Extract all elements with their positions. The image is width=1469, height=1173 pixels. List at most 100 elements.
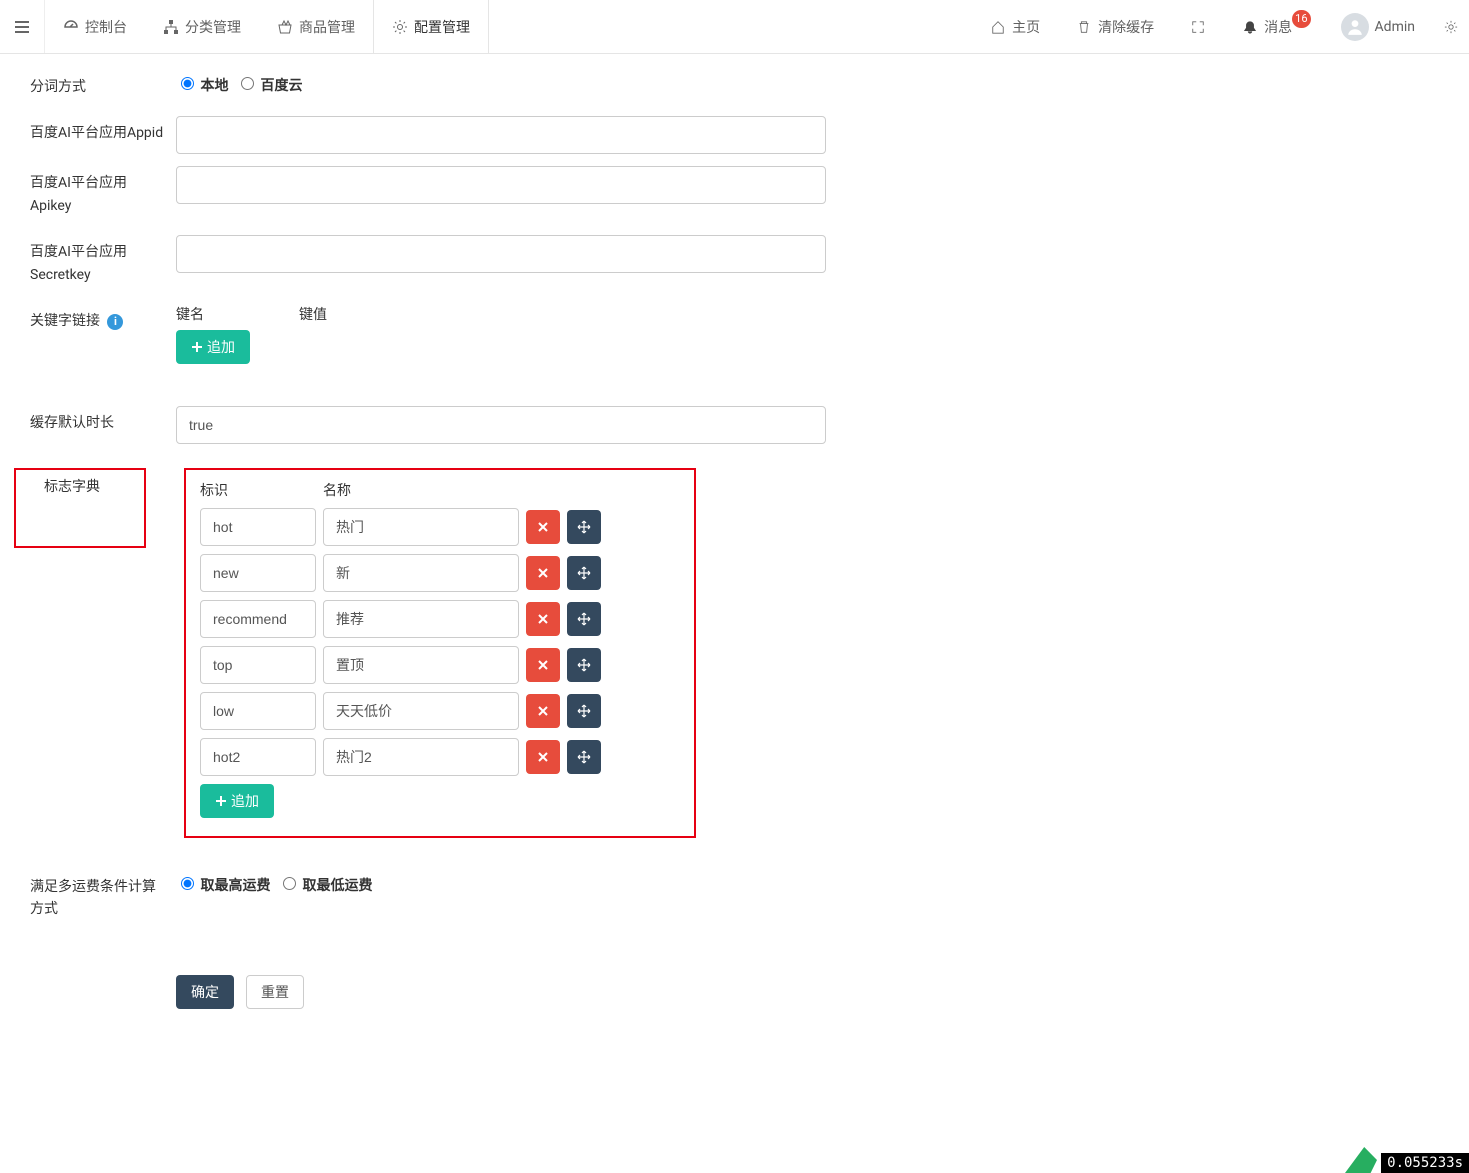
flag-id-input[interactable] [200,600,316,638]
seg-radio-group: 本地 百度云 [176,70,306,95]
flag-delete-button[interactable] [526,648,560,682]
appid-input[interactable] [176,116,826,154]
nav-label: 分类管理 [185,17,241,37]
nav-messages[interactable]: 消息 16 [1224,0,1322,53]
flag-move-button[interactable] [567,740,601,774]
sitemap-icon [163,19,179,35]
gear-icon [392,19,408,35]
move-icon [577,566,591,580]
flag-header-name: 名称 [323,480,523,500]
shipping-radio-high[interactable] [181,877,194,890]
top-navbar: 控制台 分类管理 商品管理 配置管理 主页 [0,0,1469,54]
gear-icon [1443,19,1459,35]
flag-id-input[interactable] [200,554,316,592]
kv-append-button[interactable]: 追加 [176,330,250,364]
home-icon [990,19,1006,35]
nav-product[interactable]: 商品管理 [259,0,373,53]
flag-name-input[interactable] [323,554,519,592]
keyword-link-label: 关键字链接 i [0,304,176,338]
sidebar-toggle[interactable] [0,0,45,53]
nav-user[interactable]: Admin [1323,0,1433,53]
submit-button[interactable]: 确定 [176,975,234,1009]
nav-clear-cache[interactable]: 清除缓存 [1058,0,1172,53]
basket-icon [277,19,293,35]
nav-label: 主页 [1012,17,1040,37]
shipping-radio-low[interactable] [283,877,296,890]
flag-id-input[interactable] [200,508,316,546]
move-icon [577,658,591,672]
flag-name-input[interactable] [323,646,519,684]
trash-icon [1076,19,1092,35]
cache-label: 缓存默认时长 [0,406,176,440]
flag-move-button[interactable] [567,556,601,590]
secret-label: 百度AI平台应用Secretkey [0,235,176,292]
move-icon [577,750,591,764]
nav-fullscreen[interactable] [1172,0,1224,53]
avatar [1341,13,1369,41]
flag-name-input[interactable] [323,600,519,638]
close-icon [537,659,549,671]
flag-move-button[interactable] [567,602,601,636]
flag-row [200,692,680,730]
flag-delete-button[interactable] [526,694,560,728]
nav-label: 清除缓存 [1098,17,1154,37]
flag-move-button[interactable] [567,510,601,544]
cache-input[interactable] [176,406,826,444]
appid-label: 百度AI平台应用Appid [0,116,176,150]
reset-button[interactable]: 重置 [246,975,304,1009]
close-icon [537,705,549,717]
message-badge: 16 [1292,10,1310,28]
nav-label: 商品管理 [299,17,355,37]
nav-config[interactable]: 配置管理 [373,0,489,53]
secret-input[interactable] [176,235,826,273]
kv-header: 键名 键值 [176,304,826,324]
flag-id-input[interactable] [200,738,316,776]
flag-name-input[interactable] [323,738,519,776]
flag-id-input[interactable] [200,692,316,730]
flag-row [200,508,680,546]
shipping-radio-group: 取最高运费 取最低运费 [176,870,376,895]
flag-append-button[interactable]: 追加 [200,784,274,818]
flag-delete-button[interactable] [526,602,560,636]
move-icon [577,520,591,534]
flag-move-button[interactable] [567,648,601,682]
flag-delete-button[interactable] [526,556,560,590]
user-name: Admin [1375,19,1415,35]
close-icon [537,567,549,579]
flag-id-input[interactable] [200,646,316,684]
flag-row [200,554,680,592]
apikey-input[interactable] [176,166,826,204]
flag-name-input[interactable] [323,692,519,730]
flag-label: 标志字典 [44,479,100,495]
shipping-radio-high-label: 取最高运费 [200,878,270,894]
flag-name-input[interactable] [323,508,519,546]
info-icon[interactable]: i [107,314,123,330]
seg-radio-local-label: 本地 [200,78,228,94]
nav-console[interactable]: 控制台 [45,0,145,53]
seg-radio-local[interactable] [181,77,194,90]
flag-delete-button[interactable] [526,510,560,544]
plus-icon [215,795,227,807]
flag-move-button[interactable] [567,694,601,728]
nav-label: 配置管理 [414,17,470,37]
flag-delete-button[interactable] [526,740,560,774]
flag-header: 标识 名称 [200,480,680,500]
nav-home[interactable]: 主页 [972,0,1058,53]
flag-label-box: 标志字典 [14,468,146,548]
nav-category[interactable]: 分类管理 [145,0,259,53]
seg-radio-cloud-label: 百度云 [260,78,302,94]
flag-row [200,646,680,684]
close-icon [537,521,549,533]
flag-row [200,738,680,776]
leaf-icon [1345,1147,1377,1173]
move-icon [577,612,591,626]
menu-icon [14,19,30,35]
flag-row [200,600,680,638]
close-icon [537,751,549,763]
kv-header-value: 键值 [299,304,499,324]
move-icon [577,704,591,718]
kv-header-key: 键名 [176,304,299,324]
seg-radio-cloud[interactable] [241,77,254,90]
debug-timer: 0.055233s [1381,1153,1469,1173]
nav-settings[interactable] [1433,0,1469,53]
